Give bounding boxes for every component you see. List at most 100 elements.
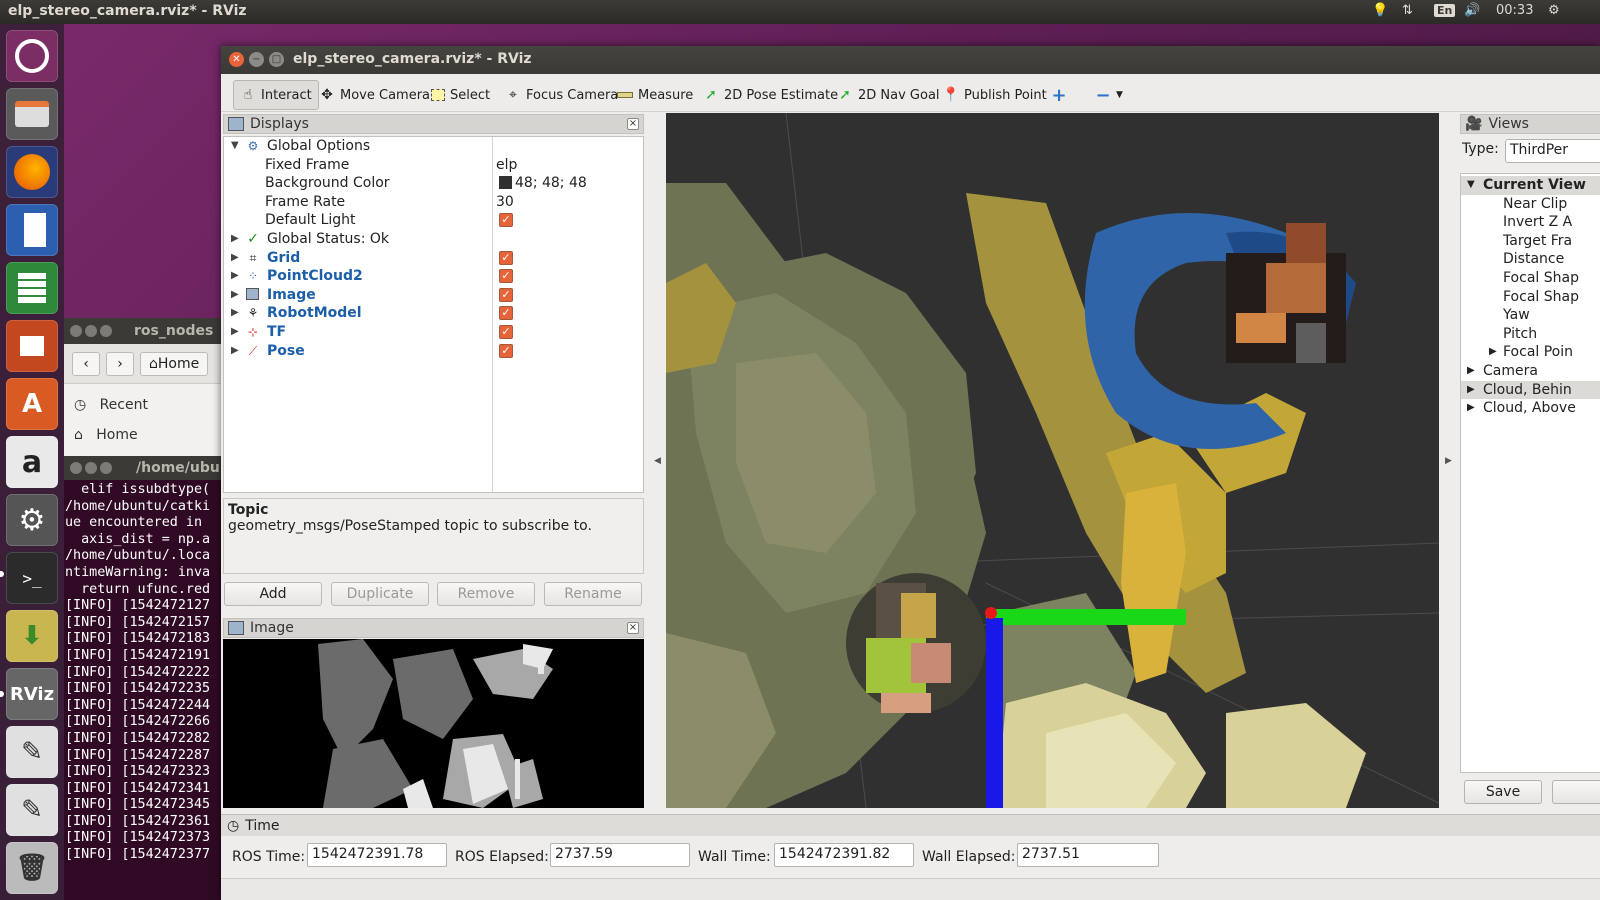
close-icon[interactable]: × — [627, 622, 639, 634]
checkbox[interactable]: ✓ — [499, 287, 513, 302]
sidebar-item-home[interactable]: ⌂ Home — [74, 420, 224, 450]
interact-tool[interactable]: ☝ Interact — [233, 80, 319, 110]
collapse-right-icon[interactable]: ▶ — [1445, 456, 1452, 466]
software-center-icon[interactable]: A — [6, 378, 58, 430]
saved-view-camera[interactable]: ▶ Camera — [1461, 362, 1600, 381]
remove-button[interactable]: Remove — [437, 582, 535, 606]
terminal-icon[interactable]: >_ — [6, 552, 58, 604]
remove-tool-button[interactable]: − ▼ — [1091, 83, 1127, 107]
checkbox[interactable]: ✓ — [499, 306, 513, 321]
expand-arrow-icon[interactable]: ▶ — [1467, 381, 1475, 399]
firefox-icon[interactable] — [6, 146, 58, 198]
view-prop-target-frame[interactable]: Target Fra — [1461, 232, 1600, 251]
tree-row-background-color[interactable]: Background Color 48; 48; 48 — [224, 174, 643, 193]
expand-arrow-icon[interactable]: ▶ — [231, 323, 239, 341]
amazon-icon[interactable]: a — [6, 436, 58, 488]
libreoffice-calc-icon[interactable] — [6, 262, 58, 314]
window-controls[interactable] — [70, 462, 115, 478]
expand-arrow-icon[interactable]: ▼ — [1467, 176, 1475, 194]
expand-arrow-icon[interactable]: ▶ — [231, 230, 239, 248]
saved-view-cloud-above[interactable]: ▶ Cloud, Above — [1461, 399, 1600, 418]
wall-elapsed-field[interactable]: 2737.51 — [1017, 843, 1159, 867]
expand-arrow-icon[interactable]: ▶ — [231, 267, 239, 285]
view-prop-focal-shape-size[interactable]: Focal Shap — [1461, 269, 1600, 288]
tree-row-default-light[interactable]: Default Light ✓ — [224, 211, 643, 230]
libreoffice-impress-icon[interactable] — [6, 320, 58, 372]
depth-image-view[interactable] — [223, 639, 644, 808]
minimize-icon[interactable]: − — [249, 52, 264, 67]
libreoffice-writer-icon[interactable] — [6, 204, 58, 256]
tree-row-global-options[interactable]: ▼ ⚙ Global Options — [224, 137, 643, 156]
expand-arrow-icon[interactable]: ▶ — [231, 249, 239, 267]
close-icon[interactable]: ✕ — [229, 52, 244, 67]
remove-view-button[interactable] — [1552, 780, 1600, 804]
tree-row-tf[interactable]: ▶ ⊹ TF ✓ — [224, 323, 643, 342]
select-tool[interactable]: Select — [427, 83, 494, 107]
tree-row-image[interactable]: ▶ Image ✓ — [224, 286, 643, 305]
window-controls[interactable] — [70, 325, 115, 341]
files-icon[interactable] — [6, 88, 58, 140]
measure-tool[interactable]: Measure — [613, 83, 697, 107]
view-type-select[interactable]: ThirdPer — [1505, 139, 1600, 163]
checkbox[interactable]: ✓ — [499, 269, 513, 284]
tree-row-grid[interactable]: ▶ ⌗ Grid ✓ — [224, 249, 643, 268]
save-view-button[interactable]: Save — [1464, 780, 1542, 804]
download-icon[interactable]: ⬇ — [6, 610, 58, 662]
terminal-titlebar[interactable]: /home/ubun — [64, 456, 234, 480]
tree-row-global-status[interactable]: ▶ ✓ Global Status: Ok — [224, 230, 643, 249]
close-icon[interactable]: × — [627, 118, 639, 130]
duplicate-button[interactable]: Duplicate — [331, 582, 429, 606]
rviz-icon[interactable]: RViz — [6, 668, 58, 720]
tree-row-pose[interactable]: ▶ ⟋ Pose ✓ — [224, 342, 643, 361]
checkbox[interactable]: ✓ — [499, 325, 513, 339]
tree-row-fixed-frame[interactable]: Fixed Frame elp — [224, 156, 643, 175]
sidebar-item-recent[interactable]: ◷ Recent — [74, 390, 224, 420]
view-prop-distance[interactable]: Distance — [1461, 250, 1600, 269]
checkbox[interactable]: ✓ — [499, 213, 513, 228]
tree-row-frame-rate[interactable]: Frame Rate 30 — [224, 193, 643, 212]
pose-estimate-tool[interactable]: ➚ 2D Pose Estimate — [699, 83, 842, 107]
files-window-titlebar[interactable]: ros_nodes — [64, 318, 234, 344]
add-tool-button[interactable]: + — [1047, 83, 1071, 107]
focus-camera-tool[interactable]: ⌖ Focus Camera — [501, 83, 622, 107]
ubuntu-dash-icon[interactable] — [6, 30, 58, 82]
tree-row-pointcloud2[interactable]: ▶ ⁘ PointCloud2 ✓ — [224, 267, 643, 286]
bulb-icon[interactable]: 💡 — [1372, 3, 1388, 18]
add-button[interactable]: Add — [224, 582, 322, 606]
expand-arrow-icon[interactable]: ▶ — [231, 304, 239, 322]
network-icon[interactable]: ⇅ — [1402, 3, 1413, 18]
move-camera-tool[interactable]: ✥ Move Camera — [315, 83, 434, 107]
clock[interactable]: 00:33 — [1496, 3, 1533, 18]
nav-goal-tool[interactable]: ➚ 2D Nav Goal — [833, 83, 944, 107]
terminal-window[interactable]: /home/ubun elif issubdtype(/home/ubuntu/… — [64, 456, 234, 900]
publish-point-tool[interactable]: 📍 Publish Point — [939, 83, 1051, 107]
color-swatch[interactable] — [499, 176, 512, 190]
gear-icon[interactable]: ⚙ — [1548, 3, 1560, 18]
system-settings-icon[interactable]: ⚙ — [6, 494, 58, 546]
expand-arrow-icon[interactable]: ▼ — [231, 137, 239, 155]
view-prop-focal-shape-fixed[interactable]: Focal Shap — [1461, 288, 1600, 307]
rename-button[interactable]: Rename — [544, 582, 642, 606]
text-editor-icon[interactable]: ✎ — [6, 726, 58, 778]
trash-icon[interactable]: 🗑 — [6, 842, 58, 894]
view-prop-invert-z[interactable]: Invert Z A — [1461, 213, 1600, 232]
home-path-button[interactable]: ⌂Home — [140, 351, 209, 376]
text-editor-icon[interactable]: ✎ — [6, 784, 58, 836]
view-prop-pitch[interactable]: Pitch — [1461, 325, 1600, 344]
keyboard-layout-indicator[interactable]: En — [1434, 4, 1456, 17]
render-3d-view[interactable] — [666, 113, 1439, 808]
view-prop-yaw[interactable]: Yaw — [1461, 306, 1600, 325]
checkbox[interactable]: ✓ — [499, 343, 513, 358]
forward-button[interactable]: › — [106, 351, 134, 376]
collapse-left-icon[interactable]: ◀ — [654, 456, 661, 466]
view-prop-near-clip[interactable]: Near Clip — [1461, 195, 1600, 214]
wall-time-field[interactable]: 1542472391.82 — [774, 843, 914, 867]
tree-row-robotmodel[interactable]: ▶ ⚘ RobotModel ✓ — [224, 304, 643, 323]
expand-arrow-icon[interactable]: ▶ — [1489, 343, 1497, 361]
expand-arrow-icon[interactable]: ▶ — [231, 286, 239, 304]
back-button[interactable]: ‹ — [72, 351, 100, 376]
volume-icon[interactable]: 🔊 — [1464, 3, 1480, 18]
expand-arrow-icon[interactable]: ▶ — [1467, 399, 1475, 417]
maximize-icon[interactable]: □ — [269, 52, 284, 67]
expand-arrow-icon[interactable]: ▶ — [1467, 362, 1475, 380]
